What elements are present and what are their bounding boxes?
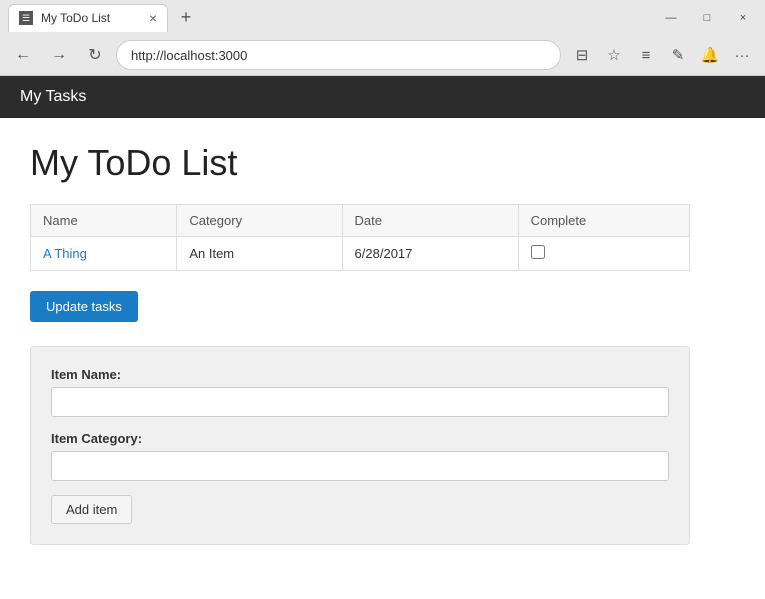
favorites-icon[interactable]: ☆ [599,40,629,70]
toolbar-icons: ⊟ ☆ ≡ ✎ 🔔 ··· [567,40,757,70]
tab-title: My ToDo List [41,11,141,25]
add-item-button[interactable]: Add item [51,495,132,524]
table-body: A Thing An Item 6/28/2017 [31,237,690,271]
web-notes-icon[interactable]: ✎ [663,40,693,70]
app-header: My Tasks [0,76,765,118]
item-name-group: Item Name: [51,367,669,417]
reader-mode-icon[interactable]: ⊟ [567,40,597,70]
app-content: My ToDo List Name Category Date Complete… [0,118,765,599]
hub-icon[interactable]: ≡ [631,40,661,70]
forward-button[interactable]: → [44,40,74,70]
col-complete: Complete [518,205,689,237]
add-item-form: Item Name: Item Category: Add item [30,346,690,545]
complete-checkbox[interactable] [531,245,545,259]
task-table: Name Category Date Complete A Thing An I… [30,204,690,271]
minimize-button[interactable]: — [657,4,685,32]
item-category-label: Item Category: [51,431,669,446]
item-category-input[interactable] [51,451,669,481]
url-text: http://localhost:3000 [131,48,247,63]
window-controls: — □ × [657,4,757,32]
table-header-row: Name Category Date Complete [31,205,690,237]
item-category-group: Item Category: [51,431,669,481]
browser-chrome: ☰ My ToDo List × + — □ × ← → ↻ http://lo… [0,0,765,76]
col-category: Category [177,205,342,237]
cell-category: An Item [177,237,342,271]
item-name-input[interactable] [51,387,669,417]
tab-close-icon[interactable]: × [149,11,157,25]
maximize-button[interactable]: □ [693,4,721,32]
tab-bar: ☰ My ToDo List × + — □ × [0,0,765,35]
cell-date: 6/28/2017 [342,237,518,271]
table-row: A Thing An Item 6/28/2017 [31,237,690,271]
col-date: Date [342,205,518,237]
more-icon[interactable]: ··· [727,40,757,70]
url-bar[interactable]: http://localhost:3000 [116,40,561,70]
active-tab[interactable]: ☰ My ToDo List × [8,4,168,32]
back-button[interactable]: ← [8,40,38,70]
new-tab-button[interactable]: + [172,4,200,32]
col-name: Name [31,205,177,237]
app-header-title: My Tasks [20,88,86,106]
close-button[interactable]: × [729,4,757,32]
task-name-link[interactable]: A Thing [43,246,87,261]
table-header: Name Category Date Complete [31,205,690,237]
share-icon[interactable]: 🔔 [695,40,725,70]
cell-name: A Thing [31,237,177,271]
refresh-button[interactable]: ↻ [80,40,110,70]
cell-complete [518,237,689,271]
update-tasks-button[interactable]: Update tasks [30,291,138,322]
address-bar: ← → ↻ http://localhost:3000 ⊟ ☆ ≡ ✎ 🔔 ··… [0,35,765,75]
page-title: My ToDo List [30,142,735,184]
item-name-label: Item Name: [51,367,669,382]
tab-favicon: ☰ [19,11,33,25]
